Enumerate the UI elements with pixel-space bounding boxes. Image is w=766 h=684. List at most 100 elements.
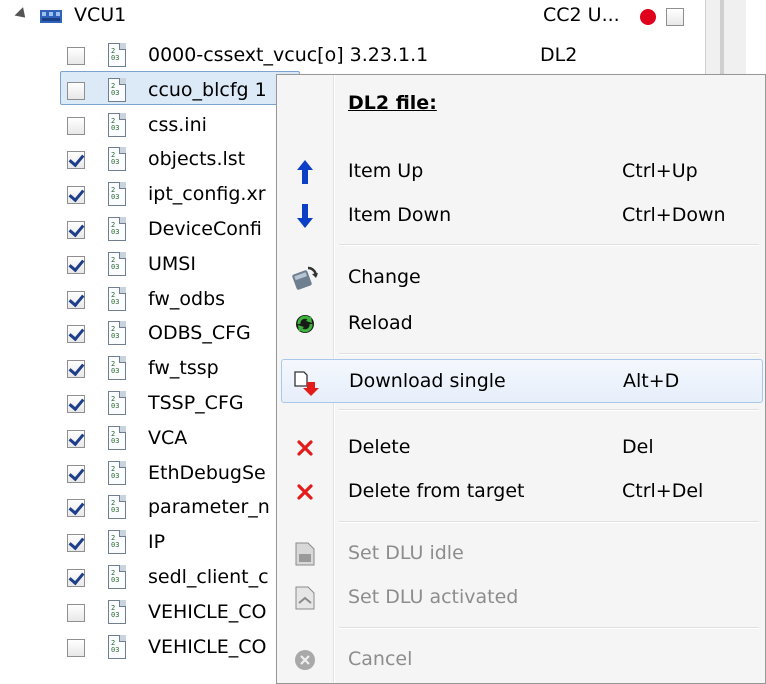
red-x-icon: [291, 478, 319, 506]
item-label: IP: [148, 531, 166, 553]
item-label: fw_odbs: [148, 288, 226, 310]
item-label: ODBS_CFG: [148, 322, 251, 344]
menu-item-shortcut: Del: [622, 436, 654, 458]
menu-item-label: Delete: [348, 436, 411, 458]
item-label: css.ini: [148, 114, 207, 136]
menu-item-label: Reload: [348, 312, 413, 334]
item-label: EthDebugSe: [148, 462, 266, 484]
item-checkbox[interactable]: [67, 47, 85, 65]
context-menu: DL2 file: Item Up Ctrl+Up Item Down Ctrl…: [276, 74, 766, 684]
file-icon: 2 03: [108, 565, 128, 591]
arrow-up-icon: [291, 158, 319, 186]
reload-icon: [291, 310, 319, 338]
menu-item-label: Set DLU idle: [348, 542, 464, 564]
file-icon: 2 03: [108, 217, 128, 243]
collapse-triangle-icon[interactable]: [14, 7, 30, 22]
file-icon: 2 03: [108, 461, 128, 487]
root-checkbox[interactable]: [666, 8, 684, 26]
file-icon: 2 03: [108, 287, 128, 313]
item-checkbox[interactable]: [67, 499, 85, 517]
menu-separator: [339, 521, 759, 523]
menu-item-shortcut: Alt+D: [623, 370, 680, 392]
menu-item-label: Item Up: [348, 160, 424, 182]
item-checkbox[interactable]: [67, 117, 85, 135]
menu-header: DL2 file:: [348, 92, 437, 114]
menu-separator: [339, 409, 759, 411]
item-checkbox[interactable]: [67, 604, 85, 622]
file-icon: 2 03: [108, 530, 128, 556]
item-label: TSSP_CFG: [148, 392, 244, 414]
menu-item-down[interactable]: Item Down Ctrl+Down: [277, 193, 765, 237]
change-icon: [291, 264, 319, 292]
item-label: VEHICLE_CO: [148, 636, 267, 658]
item-checkbox[interactable]: [67, 534, 85, 552]
item-label: sedl_client_c: [148, 566, 269, 588]
menu-item-cancel[interactable]: Cancel: [277, 637, 765, 681]
item-checkbox[interactable]: [67, 325, 85, 343]
root-label: VCU1: [74, 4, 127, 26]
menu-item-change[interactable]: Change: [277, 255, 765, 299]
arrow-down-icon: [291, 202, 319, 230]
dlu-activated-icon: [291, 584, 319, 612]
cancel-icon: [291, 646, 319, 674]
item-label: parameter_n: [148, 496, 270, 518]
menu-item-set-dlu-idle[interactable]: Set DLU idle: [277, 531, 765, 575]
item-checkbox[interactable]: [67, 395, 85, 413]
menu-item-label: Set DLU activated: [348, 586, 519, 608]
item-label: objects.lst: [148, 148, 246, 170]
menu-item-delete-from-target[interactable]: Delete from target Ctrl+Del: [277, 469, 765, 513]
menu-item-label: Item Down: [348, 204, 452, 226]
menu-item-shortcut: Ctrl+Down: [622, 204, 726, 226]
item-checkbox[interactable]: [67, 465, 85, 483]
item-label: 0000-cssext_vcuc[o] 3.23.1.1: [148, 44, 429, 66]
item-label: VCA: [148, 427, 188, 449]
menu-item-up[interactable]: Item Up Ctrl+Up: [277, 149, 765, 193]
tree-item-row[interactable]: 2 03 0000-cssext_vcuc[o] 3.23.1.1 DL2: [0, 39, 766, 73]
file-icon: 2 03: [108, 495, 128, 521]
status-dot-icon: [640, 9, 656, 25]
menu-item-label: Download single: [349, 370, 506, 392]
file-icon: 2 03: [108, 356, 128, 382]
device-icon: [40, 10, 62, 23]
item-checkbox[interactable]: [67, 430, 85, 448]
tree-root-row[interactable]: VCU1 CC2 U...: [0, 0, 766, 34]
file-icon: 2 03: [108, 78, 128, 104]
item-label: VEHICLE_CO: [148, 601, 267, 623]
file-icon: 2 03: [108, 635, 128, 661]
menu-item-label: Delete from target: [348, 480, 525, 502]
item-label: DeviceConfi: [148, 218, 262, 240]
item-label: UMSI: [148, 253, 196, 275]
menu-item-shortcut: Ctrl+Del: [622, 480, 704, 502]
item-checkbox[interactable]: [67, 82, 85, 100]
file-icon: 2 03: [108, 113, 128, 139]
item-checkbox[interactable]: [67, 639, 85, 657]
menu-item-label: Cancel: [348, 648, 413, 670]
item-checkbox[interactable]: [67, 569, 85, 587]
menu-item-label: Change: [348, 266, 421, 288]
menu-item-delete[interactable]: Delete Del: [277, 425, 765, 469]
item-label: fw_tssp: [148, 357, 219, 379]
file-icon: 2 03: [108, 321, 128, 347]
item-checkbox[interactable]: [67, 256, 85, 274]
item-checkbox[interactable]: [67, 186, 85, 204]
item-label: ipt_config.xr: [148, 183, 266, 205]
item-checkbox[interactable]: [67, 151, 85, 169]
file-icon: 2 03: [108, 147, 128, 173]
file-icon: 2 03: [108, 252, 128, 278]
menu-separator: [339, 244, 759, 246]
menu-separator: [339, 353, 759, 355]
menu-separator: [339, 627, 759, 629]
file-icon: 2 03: [108, 43, 128, 69]
item-checkbox[interactable]: [67, 291, 85, 309]
item-checkbox[interactable]: [67, 360, 85, 378]
menu-item-reload[interactable]: Reload: [277, 301, 765, 345]
item-column2-value: DL2: [540, 44, 578, 66]
file-icon: 2 03: [108, 600, 128, 626]
item-checkbox[interactable]: [67, 221, 85, 239]
download-icon: [292, 369, 320, 397]
menu-item-download-single[interactable]: Download single Alt+D: [281, 359, 763, 403]
menu-item-shortcut: Ctrl+Up: [622, 160, 698, 182]
menu-item-set-dlu-activated[interactable]: Set DLU activated: [277, 575, 765, 619]
file-icon: 2 03: [108, 391, 128, 417]
dlu-idle-icon: [291, 540, 319, 568]
